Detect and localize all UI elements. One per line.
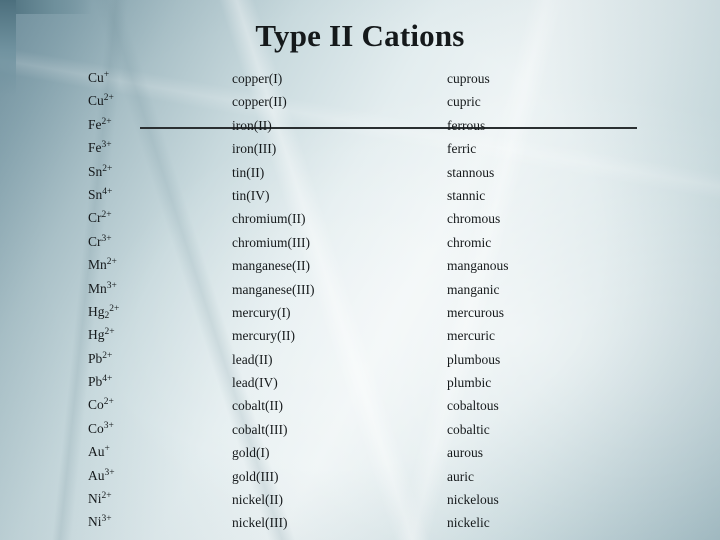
table-row: Co2+ cobalt(II) cobaltous <box>0 395 720 418</box>
cation-common-name: plumbous <box>447 351 501 367</box>
cation-formula: Co3+ <box>88 420 114 436</box>
cation-common-name: plumbic <box>447 375 492 391</box>
table-row: Hg22+ mercury(I) mercurous <box>0 302 720 325</box>
table-row: Pb4+ lead(IV) plumbic <box>0 372 720 395</box>
table-row: Cr2+ chromium(II) chromous <box>0 208 720 231</box>
cation-stock-name: nickel(II) <box>232 492 283 508</box>
cation-formula: Pb2+ <box>88 350 113 366</box>
cation-stock-name: cobalt(III) <box>232 421 288 437</box>
cation-stock-name: copper(II) <box>232 94 287 110</box>
cation-common-name: cupric <box>447 94 481 110</box>
table-row: Ni3+ nickel(III) nickelic <box>0 512 720 535</box>
cation-common-name: mercurous <box>447 304 504 320</box>
cation-table: Cu+ copper(I) cuprous Cu2+ copper(II) cupric F… <box>0 68 720 536</box>
cation-formula: Au3+ <box>88 467 115 483</box>
cation-stock-name: tin(II) <box>232 164 265 180</box>
table-row: Mn3+ manganese(III) manganic <box>0 279 720 302</box>
cation-common-name: ferrous <box>447 117 486 133</box>
cation-formula: Pb4+ <box>88 374 113 390</box>
cation-stock-name: chromium(III) <box>232 234 310 250</box>
cation-formula: Mn3+ <box>88 280 117 296</box>
cation-common-name: chromic <box>447 234 492 250</box>
table-row: Sn2+ tin(II) stannous <box>0 162 720 185</box>
table-row: Cr3+ chromium(III) chromic <box>0 232 720 255</box>
table-row: Co3+ cobalt(III) cobaltic <box>0 419 720 442</box>
table-row: Fe3+ iron(III) ferric <box>0 138 720 161</box>
cation-stock-name: cobalt(II) <box>232 398 283 414</box>
cation-formula: Hg2+ <box>88 327 115 343</box>
cation-common-name: chromous <box>447 211 501 227</box>
cation-stock-name: iron(II) <box>232 117 272 133</box>
table-row: Cu+ copper(I) cuprous <box>0 68 720 91</box>
page-title: Type II Cations <box>255 18 465 53</box>
cation-stock-name: manganese(II) <box>232 258 310 274</box>
cation-stock-name: iron(III) <box>232 141 277 157</box>
cation-stock-name: mercury(II) <box>232 328 295 344</box>
cation-stock-name: gold(III) <box>232 468 279 484</box>
cation-common-name: aurous <box>447 445 483 461</box>
cation-formula: Sn2+ <box>88 163 113 179</box>
table-row: Au3+ gold(III) auric <box>0 466 720 489</box>
cation-common-name: auric <box>447 468 474 484</box>
cation-formula: Ni2+ <box>88 491 112 507</box>
cation-stock-name: manganese(III) <box>232 281 315 297</box>
table-row: Ni2+ nickel(II) nickelous <box>0 489 720 512</box>
cation-stock-name: lead(IV) <box>232 375 278 391</box>
cation-common-name: cuprous <box>447 71 490 86</box>
cation-formula: Cu2+ <box>88 93 114 109</box>
cation-formula: Cu+ <box>88 70 110 85</box>
cation-formula: Mn2+ <box>88 257 117 273</box>
slide: Type II Cations Cu+ copper(I) cuprous Cu2+ c… <box>0 0 720 540</box>
cation-formula: Fe3+ <box>88 140 112 156</box>
table-row: Fe2+ iron(II) ferrous <box>0 115 720 138</box>
cation-stock-name: copper(I) <box>232 71 283 86</box>
cation-common-name: stannic <box>447 187 486 203</box>
cation-stock-name: tin(IV) <box>232 187 270 203</box>
cation-stock-name: nickel(III) <box>232 515 288 531</box>
cation-formula: Hg22+ <box>88 303 120 321</box>
cation-common-name: manganous <box>447 258 509 274</box>
table-row: Au+ gold(I) aurous <box>0 442 720 465</box>
cation-common-name: cobaltous <box>447 398 499 414</box>
corner-accent-top <box>0 0 92 14</box>
cation-formula: Co2+ <box>88 397 114 413</box>
cation-common-name: stannous <box>447 164 495 180</box>
cation-stock-name: lead(II) <box>232 351 273 367</box>
table-row: Pb2+ lead(II) plumbous <box>0 349 720 372</box>
cation-formula: Fe2+ <box>88 116 112 132</box>
cation-formula: Sn4+ <box>88 186 113 202</box>
cation-common-name: ferric <box>447 141 477 157</box>
cation-stock-name: mercury(I) <box>232 304 291 320</box>
cation-stock-name: chromium(II) <box>232 211 306 227</box>
table-row: Hg2+ mercury(II) mercuric <box>0 325 720 348</box>
cation-formula: Cr3+ <box>88 233 112 249</box>
cation-common-name: nickelic <box>447 515 490 531</box>
table-row: Sn4+ tin(IV) stannic <box>0 185 720 208</box>
cation-formula: Cr2+ <box>88 210 112 226</box>
table-row: Cu2+ copper(II) cupric <box>0 91 720 114</box>
cation-stock-name: gold(I) <box>232 445 270 461</box>
cation-formula: Ni3+ <box>88 514 112 530</box>
table-row: Mn2+ manganese(II) manganous <box>0 255 720 278</box>
cation-formula: Au+ <box>88 444 110 460</box>
cation-common-name: nickelous <box>447 492 499 508</box>
cation-common-name: cobaltic <box>447 421 490 437</box>
cation-common-name: manganic <box>447 281 500 297</box>
cation-common-name: mercuric <box>447 328 495 344</box>
